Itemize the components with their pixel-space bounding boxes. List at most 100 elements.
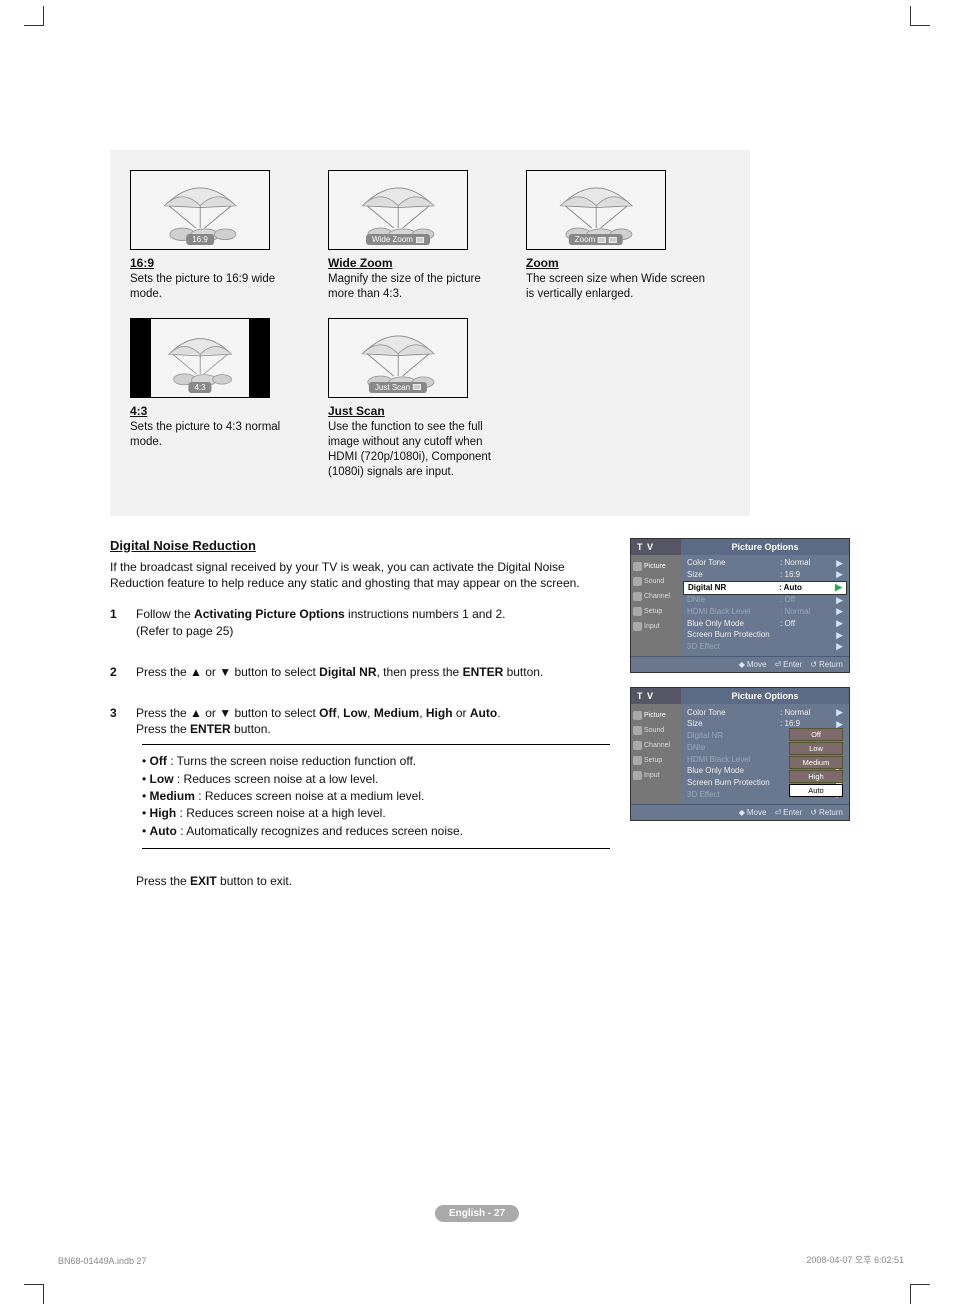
size-title: 4:3 (130, 404, 310, 418)
size-desc: The screen size when Wide screen is vert… (526, 272, 706, 302)
osd-side-item: Sound (631, 574, 681, 589)
chevron-right-icon: ▶ (836, 558, 843, 570)
adjust-icon (598, 237, 606, 243)
osd-row: Color Tone: Normal▶ (685, 707, 845, 719)
parachute-icon (343, 327, 453, 389)
osd-row: HDMI Black Level: Normal▶ (685, 606, 845, 618)
dnr-heading: Digital Noise Reduction (110, 538, 610, 553)
osd-header: T V Picture Options (631, 688, 849, 704)
chevron-right-icon: ▶ (836, 630, 843, 642)
osd-side-item: Picture (631, 559, 681, 574)
parachute-icon (541, 179, 651, 241)
updown-icon: ◆ (739, 808, 745, 817)
osd-option: Low (789, 742, 843, 755)
osd-row: Blue Only Mode: Off▶ (685, 618, 845, 630)
osd-title: Picture Options (681, 539, 849, 555)
chevron-right-icon: ▶ (836, 707, 843, 719)
osd-row: Digital NR: Auto▶ (683, 581, 847, 595)
osd-screenshot-2: T V Picture Options PictureSoundChannelS… (630, 687, 850, 821)
size-title: Wide Zoom (328, 256, 508, 270)
dnr-steps: Follow the Activating Picture Options in… (110, 606, 610, 849)
size-title: Zoom (526, 256, 706, 270)
dnr-bullets: Off : Turns the screen noise reduction f… (142, 744, 610, 849)
aspect-badge: 16:9 (186, 234, 214, 245)
step-2: Press the ▲ or ▼ button to select Digita… (110, 664, 610, 681)
size-tile: 16:9 16:9 Sets the picture to 16:9 wide … (130, 170, 310, 302)
page-content: 16:9 16:9 Sets the picture to 16:9 wide … (110, 150, 850, 904)
size-tile: Just Scan Just Scan Use the function to … (328, 318, 508, 480)
osd-screenshot-1: T V Picture Options PictureSoundChannelS… (630, 538, 850, 674)
osd-option: Medium (789, 756, 843, 769)
chevron-right-icon: ▶ (836, 595, 843, 607)
size-tile: 4:3 4:3 Sets the picture to 4:3 normal m… (130, 318, 310, 480)
osd-option: Auto (789, 784, 843, 797)
step-1: Follow the Activating Picture Options in… (110, 606, 610, 640)
menu-icon (633, 726, 642, 735)
osd-side-item: Channel (631, 738, 681, 753)
chevron-right-icon: ▶ (836, 641, 843, 653)
aspect-badge: Wide Zoom (366, 234, 430, 245)
osd-option: Off (789, 728, 843, 741)
tv-screen-illustration: 4:3 (130, 318, 270, 398)
osd-footer: ◆Move ⏎Enter ↺Return (631, 804, 849, 820)
updown-icon: ◆ (739, 660, 745, 669)
osd-row: Color Tone: Normal▶ (685, 558, 845, 570)
aspect-badge: 4:3 (188, 382, 211, 393)
adjust-icon (416, 237, 424, 243)
menu-icon (633, 607, 642, 616)
osd-side-item: Setup (631, 753, 681, 768)
menu-icon (633, 771, 642, 780)
osd-tv-label: T V (631, 539, 681, 555)
aspect-badge: Zoom (569, 234, 623, 245)
chevron-right-icon: ▶ (836, 606, 843, 618)
exit-instruction: Press the EXIT button to exit. (136, 873, 610, 890)
osd-main: Color Tone: Normal▶ Size: 16:9▶ Digital … (681, 704, 849, 804)
adjust-icon (413, 384, 421, 390)
tv-screen-illustration: Zoom (526, 170, 666, 250)
osd-footer: ◆Move ⏎Enter ↺Return (631, 656, 849, 672)
menu-icon (633, 577, 642, 586)
size-gallery: 16:9 16:9 Sets the picture to 16:9 wide … (110, 150, 750, 516)
chevron-right-icon: ▶ (836, 618, 843, 630)
parachute-icon (343, 179, 453, 241)
osd-row: Size: 16:9▶ (685, 569, 845, 581)
osd-options-popup: OffLowMediumHighAuto (789, 728, 843, 797)
return-icon: ↺ (810, 660, 817, 669)
osd-row: DNIe: Off▶ (685, 595, 845, 607)
size-desc: Magnify the size of the picture more tha… (328, 272, 508, 302)
adjust-icon (609, 237, 617, 243)
parachute-icon (161, 327, 239, 389)
menu-icon (633, 562, 642, 571)
chevron-right-icon: ▶ (835, 582, 842, 594)
size-desc: Sets the picture to 16:9 wide mode. (130, 272, 310, 302)
osd-sidebar: PictureSoundChannelSetupInput (631, 704, 681, 804)
osd-side-item: Input (631, 768, 681, 783)
osd-option: High (789, 770, 843, 783)
chevron-right-icon: ▶ (836, 569, 843, 581)
osd-side-item: Channel (631, 589, 681, 604)
menu-icon (633, 592, 642, 601)
osd-row: Screen Burn Protection▶ (685, 630, 845, 642)
size-title: Just Scan (328, 404, 508, 418)
tv-screen-illustration: 16:9 (130, 170, 270, 250)
dnr-section: Digital Noise Reduction If the broadcast… (110, 538, 850, 904)
menu-icon (633, 741, 642, 750)
aspect-badge: Just Scan (369, 382, 427, 393)
step-3: Press the ▲ or ▼ button to select Off, L… (110, 705, 610, 850)
tv-screen-illustration: Wide Zoom (328, 170, 468, 250)
size-title: 16:9 (130, 256, 310, 270)
enter-icon: ⏎ (774, 808, 781, 817)
tv-screen-illustration: Just Scan (328, 318, 468, 398)
doc-footer-left: BN68-01449A.indb 27 (58, 1256, 147, 1266)
osd-tv-label: T V (631, 688, 681, 704)
size-desc: Use the function to see the full image w… (328, 420, 508, 480)
osd-sidebar: PictureSoundChannelSetupInput (631, 555, 681, 657)
osd-title: Picture Options (681, 688, 849, 704)
osd-side-item: Setup (631, 604, 681, 619)
size-desc: Sets the picture to 4:3 normal mode. (130, 420, 310, 450)
osd-row: 3D Effect▶ (685, 641, 845, 653)
parachute-icon (145, 179, 255, 241)
osd-header: T V Picture Options (631, 539, 849, 555)
size-tile: Zoom Zoom The screen size when Wide scre… (526, 170, 706, 302)
osd-side-item: Picture (631, 708, 681, 723)
